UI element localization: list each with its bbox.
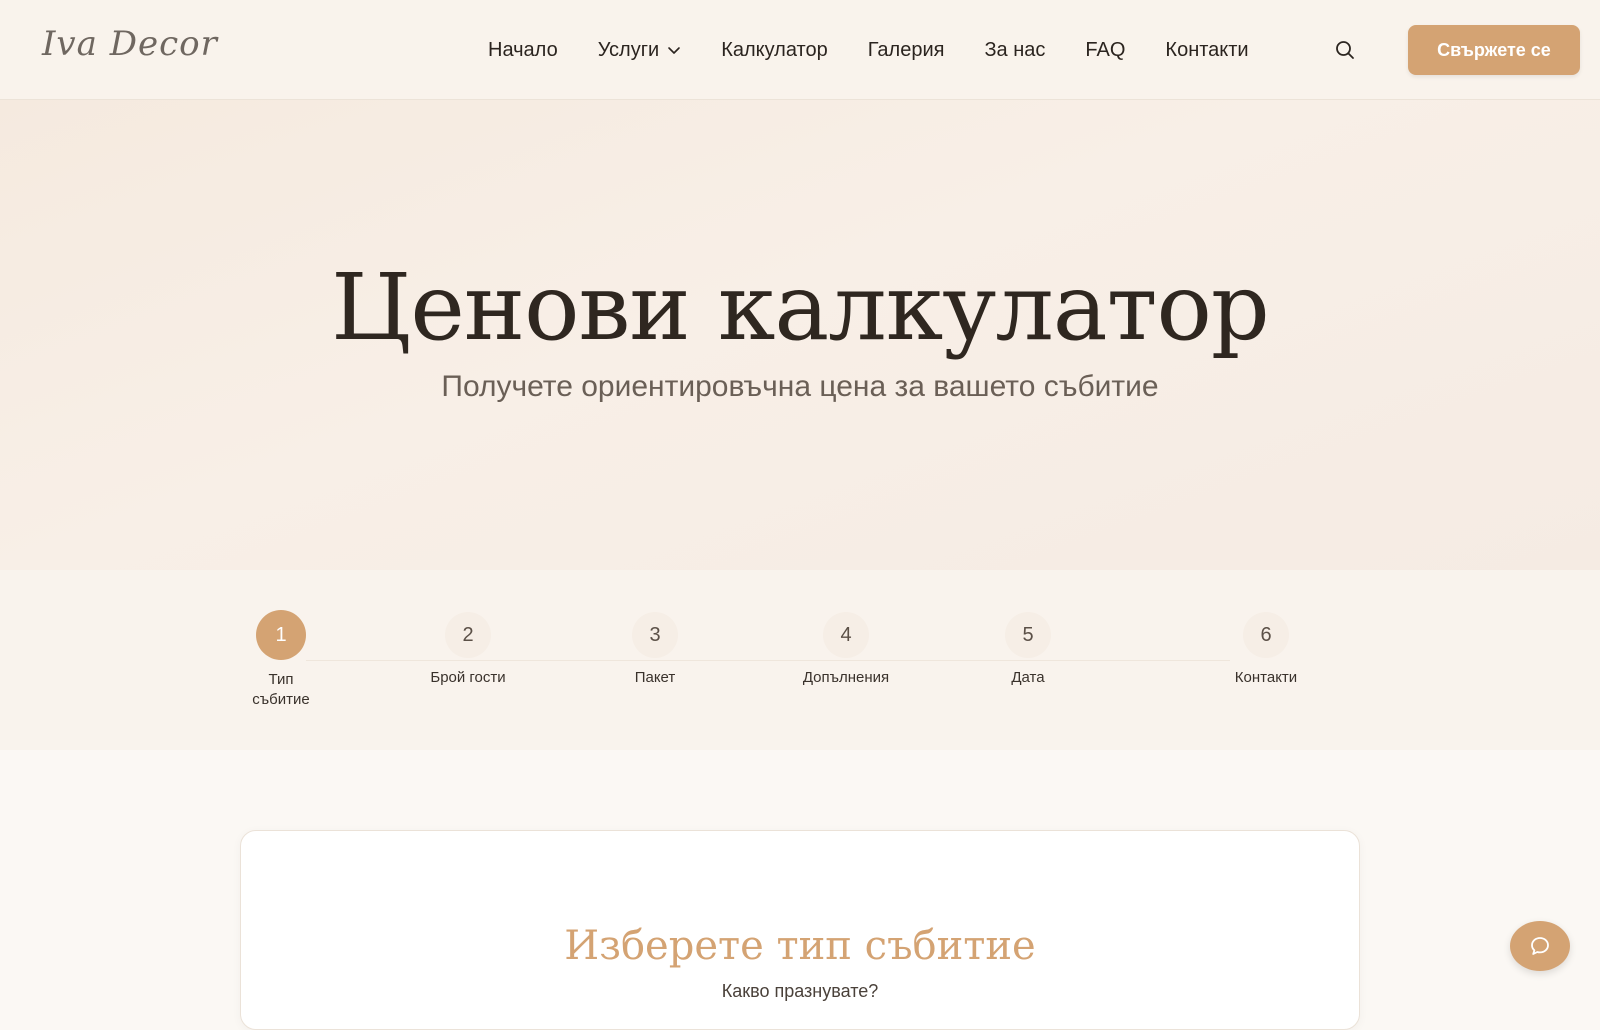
- nav-item-contacts[interactable]: Контакти: [1165, 39, 1248, 62]
- step-label: Контакти: [1234, 669, 1298, 686]
- main-nav: Начало Услуги Калкулатор Галерия За нас …: [488, 0, 1289, 100]
- nav-item-services[interactable]: Услуги: [598, 39, 682, 62]
- contact-cta-button[interactable]: Свържете се: [1408, 25, 1580, 75]
- step-number: 5: [1005, 612, 1051, 658]
- step-label: Допълнения: [802, 669, 890, 686]
- step-label: Брой гости: [430, 669, 506, 686]
- step-date[interactable]: 5 Дата: [958, 612, 1098, 688]
- step-number: 1: [256, 610, 306, 660]
- nav-item-label: Галерия: [867, 38, 945, 61]
- nav-item-label: Начало: [488, 38, 558, 61]
- step-label: Пакет: [634, 669, 676, 686]
- logo[interactable]: Iva Decor: [42, 24, 218, 64]
- card-subtitle: Какво празнувате?: [721, 981, 879, 1001]
- step-number: 2: [445, 612, 491, 658]
- nav-item-about[interactable]: За нас: [984, 39, 1045, 62]
- nav-item-label: Услуги: [597, 38, 660, 61]
- step-label: Тип събитие: [252, 671, 310, 708]
- chat-icon[interactable]: [1510, 921, 1570, 971]
- nav-item-label: За нас: [984, 38, 1046, 61]
- step-package[interactable]: 3 Пакет: [585, 612, 725, 688]
- page-subtitle: Получете ориентировъчна цена за вашето с…: [441, 370, 1159, 403]
- event-type-card: Изберете тип събитие Какво празнувате?: [240, 830, 1360, 1030]
- step-guest-count[interactable]: 2 Брой гости: [398, 612, 538, 688]
- step-number: 6: [1243, 612, 1289, 658]
- step-contacts[interactable]: 6 Контакти: [1196, 612, 1336, 688]
- step-addons[interactable]: 4 Допълнения: [776, 612, 916, 688]
- hero-section: Ценови калкулатор Получете ориентировъчн…: [0, 100, 1600, 570]
- nav-item-faq[interactable]: FAQ: [1085, 39, 1125, 62]
- nav-item-calculator[interactable]: Калкулатор: [721, 39, 828, 62]
- nav-item-home[interactable]: Начало: [488, 39, 558, 62]
- nav-item-gallery[interactable]: Галерия: [868, 39, 945, 62]
- nav-item-label: Контакти: [1165, 38, 1249, 61]
- nav-item-label: Калкулатор: [721, 38, 828, 61]
- card-title: Изберете тип събитие: [564, 923, 1036, 969]
- step-label: Дата: [1011, 669, 1045, 686]
- site-header: Iva Decor Начало Услуги Калкулатор Галер…: [0, 0, 1600, 100]
- progress-steps: 1 Тип събитие 2 Брой гости 3 Пакет 4 Доп…: [0, 570, 1600, 750]
- step-number: 3: [632, 612, 678, 658]
- search-icon[interactable]: [1334, 39, 1356, 61]
- step-number: 4: [823, 612, 869, 658]
- chevron-down-icon: [667, 43, 681, 57]
- nav-item-label: FAQ: [1085, 38, 1126, 61]
- page-title: Ценови калкулатор: [331, 254, 1270, 361]
- step-event-type[interactable]: 1 Тип събитие: [211, 610, 351, 710]
